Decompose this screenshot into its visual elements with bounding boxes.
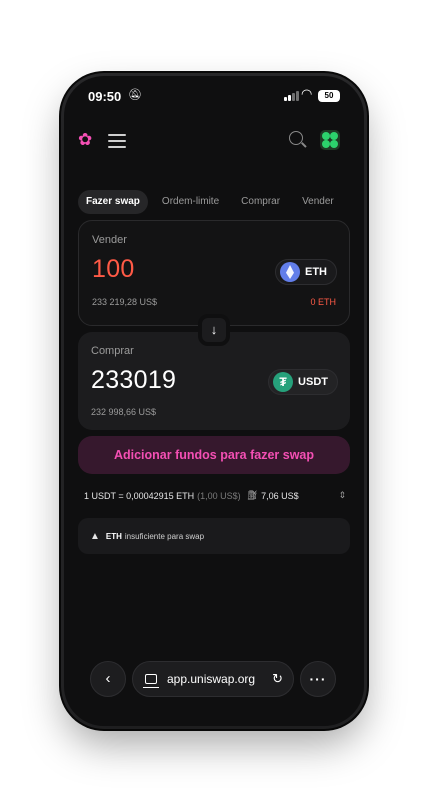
sell-balance: 0 ETH bbox=[310, 297, 336, 307]
buy-token-symbol: USDT bbox=[298, 376, 328, 388]
address-bar[interactable]: app.uniswap.org ↻ bbox=[132, 661, 294, 697]
insufficient-funds-warning: ▲ ETH insuficiente para swap bbox=[78, 518, 350, 554]
eth-icon bbox=[280, 262, 300, 282]
exchange-rate: 1 USDT = 0,00042915 ETH bbox=[84, 490, 195, 501]
status-time: 09:50 bbox=[88, 89, 122, 104]
warning-text: insuficiente para swap bbox=[124, 531, 205, 541]
sell-usd-value: 233 219,28 US$ bbox=[92, 297, 158, 307]
back-button[interactable]: ‹ bbox=[90, 661, 126, 697]
account-avatar[interactable] bbox=[320, 130, 340, 150]
tab-buy[interactable]: Comprar bbox=[233, 190, 288, 214]
sell-token-selector[interactable]: ETH bbox=[275, 259, 337, 285]
status-bar: 09:50 🔕︎ ◠ 50 bbox=[64, 76, 364, 118]
usdt-icon: ₮ bbox=[273, 372, 294, 392]
exchange-rate-usd: (1,00 US$) bbox=[197, 490, 241, 501]
tab-sell[interactable]: Vender bbox=[294, 190, 342, 214]
more-options-button[interactable]: ··· bbox=[300, 661, 336, 697]
buy-token-selector[interactable]: ₮ USDT bbox=[268, 369, 338, 395]
buy-usd-value: 232 998,66 US$ bbox=[91, 407, 157, 417]
warning-triangle-icon: ▲ bbox=[90, 530, 100, 542]
tab-limit-order[interactable]: Ordem-limite bbox=[154, 190, 227, 214]
add-funds-button[interactable]: Adicionar fundos para fazer swap bbox=[78, 436, 350, 474]
phone-screen: 09:50 🔕︎ ◠ 50 ✿ Fazer swap Ordem-limite … bbox=[64, 76, 364, 726]
buy-amount-input[interactable]: 233019 bbox=[91, 366, 176, 395]
battery-icon: 50 bbox=[318, 90, 340, 102]
gas-pump-icon: ⛽︎ bbox=[246, 490, 259, 500]
swap-mode-tabs: Fazer swap Ordem-limite Comprar Vender bbox=[78, 190, 364, 214]
hamburger-menu-icon[interactable] bbox=[108, 134, 126, 152]
sell-panel: Vender 100 ETH 233 219,28 US$ 0 ETH bbox=[78, 220, 350, 326]
sell-token-symbol: ETH bbox=[305, 266, 327, 278]
buy-label: Comprar bbox=[91, 345, 134, 357]
chevron-up-down-icon[interactable]: ⇕ bbox=[338, 490, 346, 501]
buy-panel: Comprar 233019 ₮ USDT 232 998,66 US$ bbox=[78, 332, 350, 430]
top-navbar: ✿ bbox=[64, 126, 364, 160]
bell-off-icon: 🔕︎ bbox=[128, 89, 142, 101]
sell-amount-input[interactable]: 100 bbox=[92, 255, 135, 284]
page-icon bbox=[143, 674, 159, 688]
warning-token: ETH bbox=[105, 531, 122, 541]
network-fee: 7,06 US$ bbox=[261, 490, 299, 501]
reload-icon[interactable]: ↻ bbox=[272, 671, 283, 687]
browser-toolbar: ‹ app.uniswap.org ↻ ··· bbox=[64, 661, 364, 701]
uniswap-logo-icon[interactable]: ✿ bbox=[78, 130, 92, 150]
search-icon[interactable] bbox=[289, 131, 303, 145]
url-text: app.uniswap.org bbox=[167, 672, 256, 686]
tab-swap[interactable]: Fazer swap bbox=[78, 190, 148, 214]
exchange-rate-row[interactable]: 1 USDT = 0,00042915 ETH (1,00 US$) ⛽︎ 7,… bbox=[84, 490, 346, 501]
switch-direction-button[interactable]: ↓ bbox=[198, 314, 230, 346]
wifi-icon: ◠ bbox=[301, 86, 313, 101]
cellular-signal-icon bbox=[284, 91, 299, 101]
sell-label: Vender bbox=[92, 234, 127, 246]
